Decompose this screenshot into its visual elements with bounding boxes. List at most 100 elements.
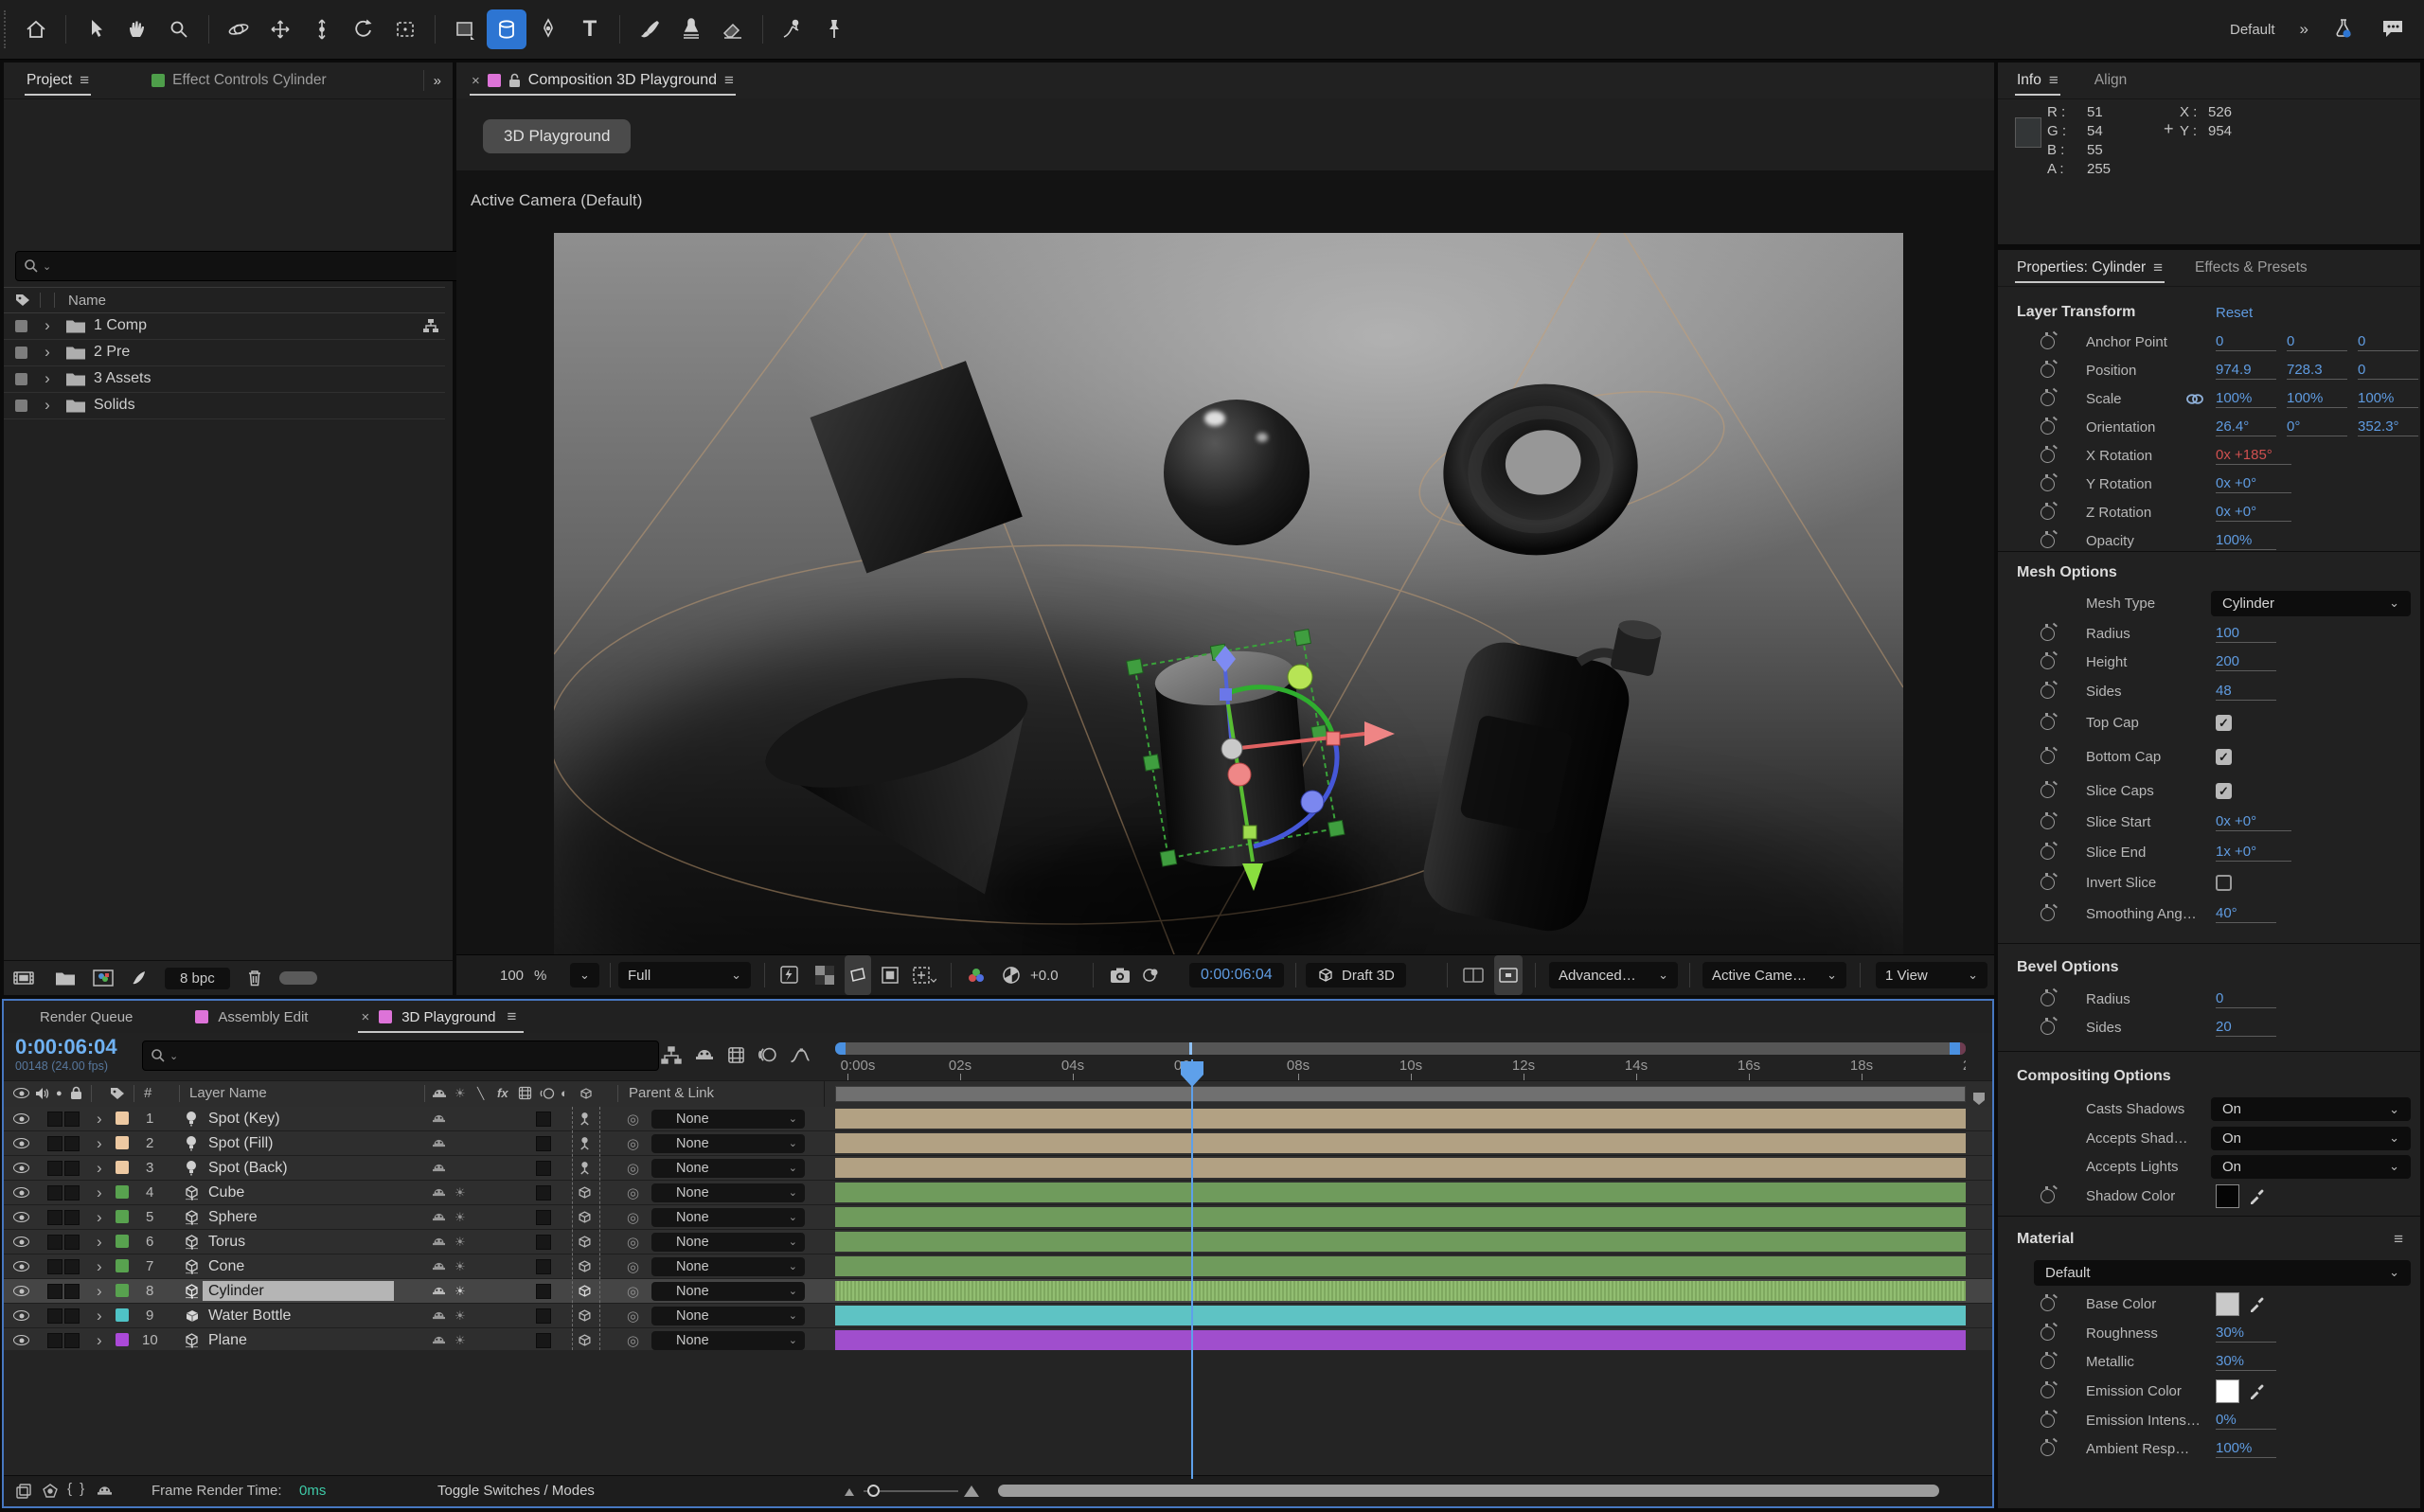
section-menu-icon[interactable]: ≡ (2394, 1230, 2403, 1249)
property-value[interactable]: 100% (2216, 532, 2276, 550)
table-row[interactable]: › 6 Torus ☀ ◎ None⌄ (4, 1230, 1992, 1254)
motion-blur-cell[interactable] (536, 1333, 551, 1348)
beta-beaker-icon[interactable] (2331, 17, 2356, 42)
trash-icon[interactable] (247, 969, 262, 987)
breadcrumb[interactable]: 3D Playground (483, 119, 631, 153)
motion-blur-cell[interactable] (536, 1136, 551, 1151)
camera-select[interactable]: Active Came…⌄ (1702, 962, 1846, 988)
solo-cell[interactable] (64, 1210, 80, 1225)
layer-duration-bar[interactable] (835, 1330, 1966, 1350)
single-view-icon[interactable] (1494, 955, 1523, 995)
property-value[interactable]: 48 (2216, 683, 2276, 701)
accepts-shadows-select[interactable]: On⌄ (2211, 1127, 2411, 1150)
footage-icon[interactable] (13, 969, 38, 987)
property-value[interactable]: 26.4° (2216, 418, 2276, 436)
property-value[interactable]: 0 (2358, 362, 2418, 380)
motion-blur-cell[interactable] (536, 1308, 551, 1324)
parent-select[interactable]: None⌄ (651, 1233, 805, 1252)
geometry-options-icon[interactable]: ☀ (454, 1279, 466, 1303)
new-composition-icon[interactable] (93, 969, 114, 987)
property-value[interactable]: 20 (2216, 1019, 2276, 1037)
visibility-eye-icon[interactable] (13, 1205, 29, 1229)
stopwatch-icon[interactable] (2041, 449, 2055, 463)
resolution-select[interactable]: Full⌄ (618, 962, 751, 988)
shy-icon[interactable] (432, 1254, 446, 1278)
navigator-end-handle[interactable] (1950, 1042, 1960, 1055)
property-value[interactable]: 0 (2216, 333, 2276, 351)
layer-duration-bar[interactable] (835, 1158, 1966, 1178)
shy-column-icon[interactable] (432, 1081, 447, 1105)
motion-blur-cell[interactable] (536, 1284, 551, 1299)
geometry-column-icon[interactable]: ☀ (454, 1081, 466, 1105)
audio-cell[interactable] (47, 1185, 62, 1201)
stopwatch-icon[interactable] (2041, 506, 2055, 520)
shy-icon[interactable] (432, 1230, 446, 1254)
item-label[interactable]: 2 Pre (94, 344, 130, 361)
panel-menu-icon[interactable]: ≡ (724, 71, 734, 90)
toggle-switches-modes-button[interactable]: Toggle Switches / Modes (437, 1483, 595, 1499)
shadow-color-swatch[interactable] (2216, 1184, 2239, 1208)
layer-duration-bar[interactable] (835, 1183, 1966, 1202)
geometry-options-icon[interactable]: ☀ (454, 1230, 466, 1254)
channel-rgb-icon[interactable] (966, 955, 987, 995)
selection-tool-icon[interactable] (76, 9, 116, 49)
pan-camera-tool-icon[interactable] (260, 9, 300, 49)
geometry-options-icon[interactable]: ☀ (454, 1181, 466, 1204)
panel-menu-icon[interactable]: ≡ (507, 1007, 516, 1026)
stopwatch-icon[interactable] (2041, 1021, 2055, 1035)
new-folder-icon[interactable] (55, 970, 76, 986)
list-item[interactable]: › 3 Assets (4, 365, 445, 393)
tab-assembly-edit[interactable]: Assembly Edit (218, 1009, 308, 1025)
pickwhip-icon[interactable]: ◎ (627, 1254, 639, 1278)
parent-select[interactable]: None⌄ (651, 1110, 805, 1129)
layer-name[interactable]: Spot (Back) (208, 1156, 288, 1180)
unlock-icon[interactable] (508, 73, 521, 88)
property-value[interactable]: 100% (2287, 390, 2347, 408)
solo-cell[interactable] (64, 1284, 80, 1299)
expand-chevron-icon[interactable]: › (97, 1205, 117, 1229)
tab-effects-presets[interactable]: Effects & Presets (2185, 250, 2317, 286)
table-row[interactable]: › 1 Spot (Key) ◎ None⌄ (4, 1107, 1992, 1131)
layer-duration-bar[interactable] (835, 1306, 1966, 1325)
expand-chevron-icon[interactable]: › (97, 1181, 117, 1204)
transparency-grid-icon[interactable] (815, 955, 834, 995)
stopwatch-icon[interactable] (2041, 1326, 2055, 1341)
property-value[interactable]: 0 (2216, 990, 2276, 1008)
magnification-value[interactable]: 100 (500, 955, 524, 995)
audio-cell[interactable] (47, 1210, 62, 1225)
stopwatch-icon[interactable] (2041, 364, 2055, 378)
3d-column-icon[interactable] (579, 1081, 593, 1105)
zoom-tool-icon[interactable] (159, 9, 199, 49)
list-item[interactable]: › Solids (4, 392, 445, 419)
motion-blur-icon[interactable] (758, 1046, 777, 1063)
hand-tool-icon[interactable] (117, 9, 157, 49)
bit-depth-button[interactable]: 8 bpc (165, 968, 230, 989)
stopwatch-icon[interactable] (2041, 1384, 2055, 1398)
stopwatch-icon[interactable] (2041, 1414, 2055, 1428)
expand-chevron-icon[interactable]: › (97, 1107, 117, 1130)
feedback-chat-icon[interactable] (2380, 18, 2405, 41)
stopwatch-icon[interactable] (2041, 716, 2055, 730)
stopwatch-icon[interactable] (2041, 420, 2055, 435)
audio-cell[interactable] (47, 1136, 62, 1151)
property-value[interactable]: 0 (2287, 333, 2347, 351)
layer-duration-bar[interactable] (835, 1207, 1966, 1227)
view-layout-select[interactable]: 1 View⌄ (1876, 962, 1987, 988)
audio-cell[interactable] (47, 1259, 62, 1274)
expand-chevron-icon[interactable]: › (37, 316, 58, 335)
parent-select[interactable]: None⌄ (651, 1307, 805, 1325)
viewport-canvas[interactable] (554, 233, 1903, 955)
motion-blur-column-icon[interactable] (540, 1081, 555, 1105)
pickwhip-icon[interactable]: ◎ (627, 1328, 639, 1352)
viewport-camera-label[interactable]: Active Camera (Default) (471, 191, 642, 210)
motion-blur-cell[interactable] (536, 1235, 551, 1250)
list-item[interactable]: › 1 Comp (4, 312, 445, 340)
property-value[interactable]: 30% (2216, 1353, 2276, 1371)
rotation-tool-icon[interactable] (344, 9, 383, 49)
label-color-chip[interactable] (116, 1333, 129, 1346)
audio-cell[interactable] (47, 1308, 62, 1324)
reset-link[interactable]: Reset (2216, 305, 2253, 321)
property-value[interactable]: 30% (2216, 1325, 2276, 1343)
layer-name[interactable]: Sphere (208, 1205, 258, 1229)
solo-cell[interactable] (64, 1308, 80, 1324)
